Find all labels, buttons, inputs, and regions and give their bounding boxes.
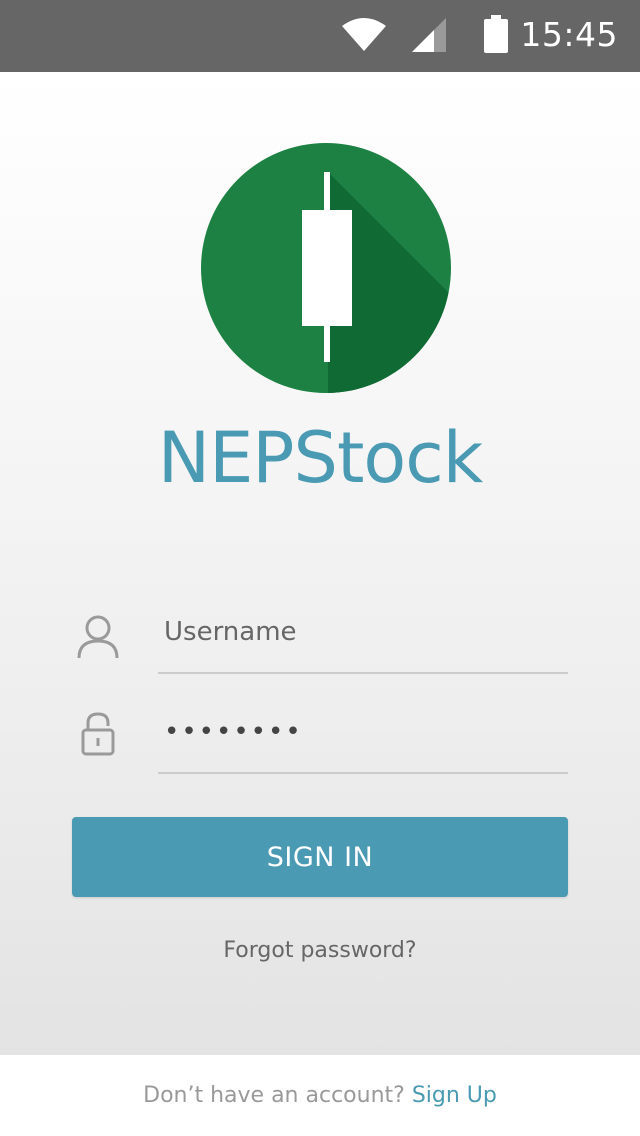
password-input[interactable] bbox=[158, 692, 568, 774]
user-icon bbox=[77, 615, 119, 659]
footer: Don’t have an account? Sign Up bbox=[0, 1055, 640, 1136]
candlestick-logo-icon bbox=[201, 143, 451, 393]
lock-icon bbox=[81, 712, 115, 756]
battery-icon bbox=[484, 15, 508, 53]
wifi-icon bbox=[342, 18, 386, 51]
username-input[interactable] bbox=[158, 592, 568, 674]
username-row bbox=[72, 592, 568, 682]
password-row bbox=[72, 692, 568, 782]
status-bar: 15:45 bbox=[0, 0, 640, 72]
status-time: 15:45 bbox=[520, 15, 618, 54]
sign-up-link[interactable]: Sign Up bbox=[412, 1083, 497, 1108]
forgot-password-link[interactable]: Forgot password? bbox=[0, 938, 640, 963]
sign-in-button[interactable]: SIGN IN bbox=[72, 817, 568, 897]
signal-icon bbox=[412, 18, 446, 52]
login-screen: NEPStock SIGN IN Forgot password? bbox=[0, 72, 640, 1055]
app-title: NEPStock bbox=[157, 417, 484, 499]
sign-up-prompt: Don’t have an account? bbox=[143, 1083, 412, 1108]
